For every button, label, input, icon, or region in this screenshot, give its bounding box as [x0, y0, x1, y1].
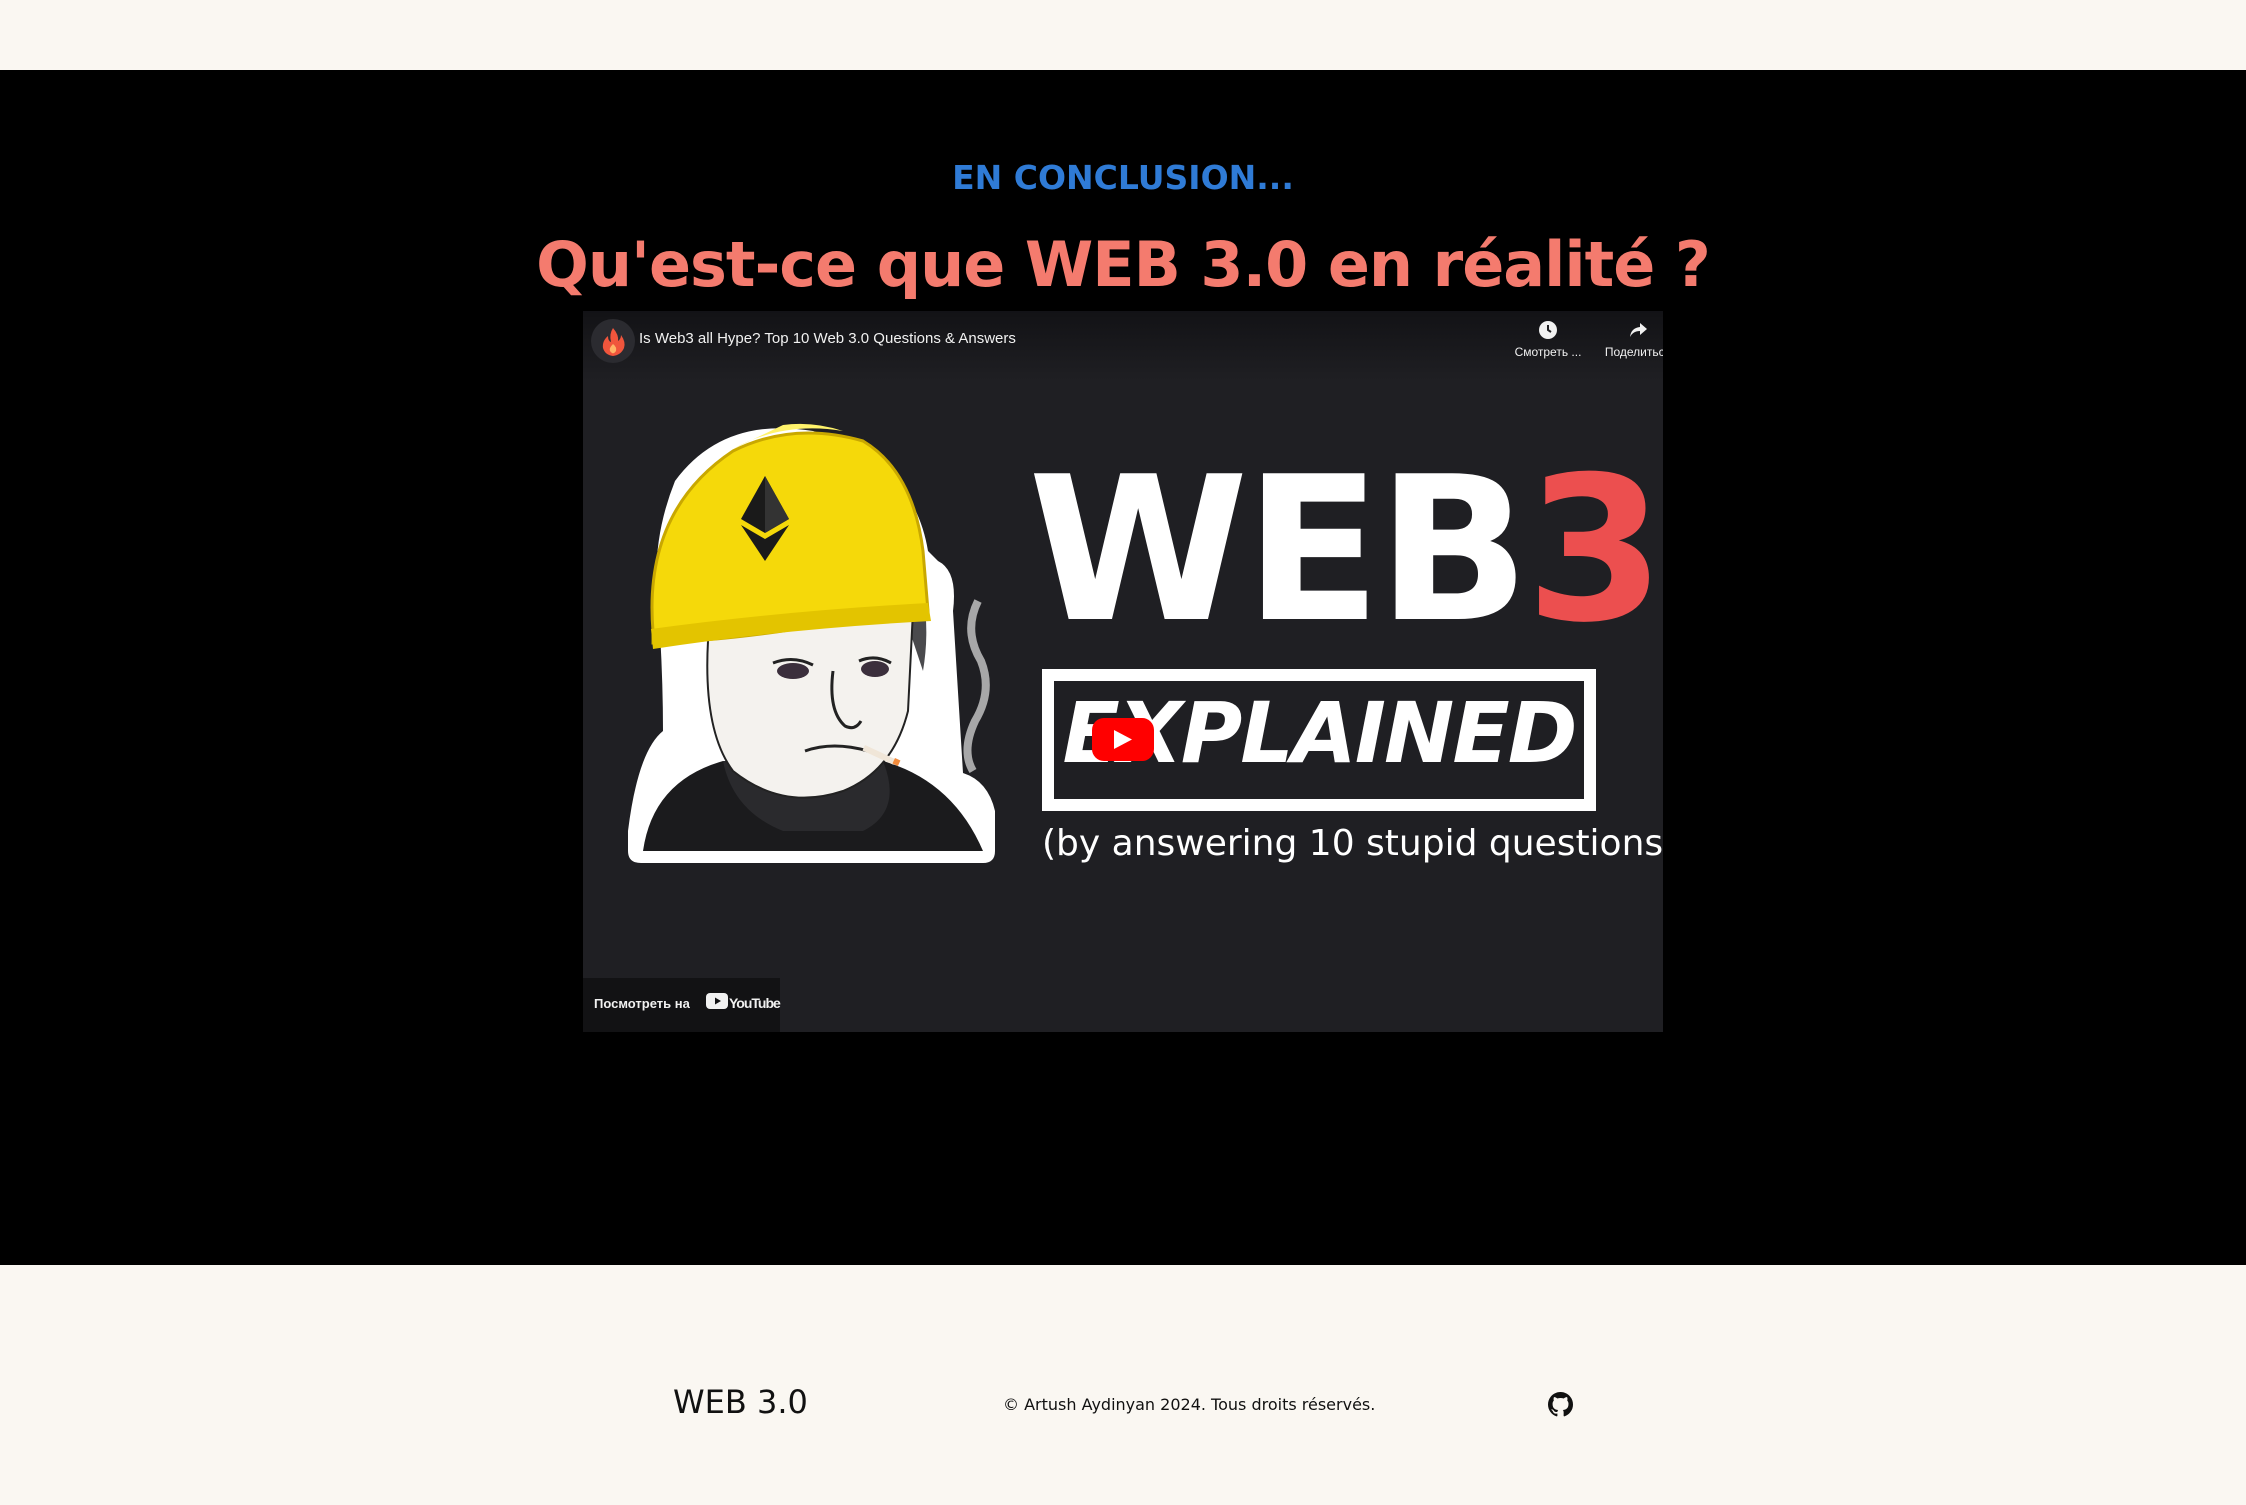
section-eyebrow: EN CONCLUSION... [952, 158, 1294, 197]
clock-icon [1539, 321, 1557, 339]
youtube-logo-icon [706, 993, 728, 1009]
share-label: Поделиться [1604, 345, 1663, 359]
play-button[interactable] [1092, 718, 1154, 761]
thumbnail-subtitle: (by answering 10 stupid questions) [1042, 823, 1663, 864]
share-button[interactable]: Поделиться [1593, 319, 1663, 359]
play-icon [1114, 730, 1132, 749]
youtube-embed-player[interactable]: WEB3 EXPLAINED (by answering 10 stupid q… [583, 311, 1663, 1032]
footer-copyright: © Artush Aydinyan 2024. Tous droits rése… [1003, 1395, 1376, 1414]
watch-on-youtube-button[interactable]: Посмотреть на YouTube [583, 978, 781, 1032]
footer [0, 1265, 2246, 1505]
thumbnail-web3-text: WEB3 [1028, 451, 1663, 651]
channel-avatar[interactable] [591, 319, 635, 363]
section-headline: Qu'est-ce que WEB 3.0 en réalité ? [536, 228, 1711, 301]
thumbnail-web-word: WEB [1028, 434, 1530, 667]
youtube-wordmark: YouTube [729, 995, 781, 1011]
footer-brand[interactable]: WEB 3.0 [673, 1383, 808, 1421]
top-bar [0, 0, 2246, 70]
watch-on-label: Посмотреть на [594, 996, 690, 1011]
watch-later-button[interactable]: Смотреть ... [1503, 319, 1593, 359]
github-icon[interactable] [1548, 1392, 1573, 1417]
share-arrow-icon [1630, 323, 1647, 337]
thumbnail-number: 3 [1525, 434, 1663, 667]
watch-later-label: Смотреть ... [1514, 345, 1582, 359]
player-top-bar: Is Web3 all Hype? Top 10 Web 3.0 Questio… [583, 311, 1663, 381]
flame-icon [602, 328, 625, 356]
video-title-link[interactable]: Is Web3 all Hype? Top 10 Web 3.0 Questio… [639, 330, 1016, 347]
